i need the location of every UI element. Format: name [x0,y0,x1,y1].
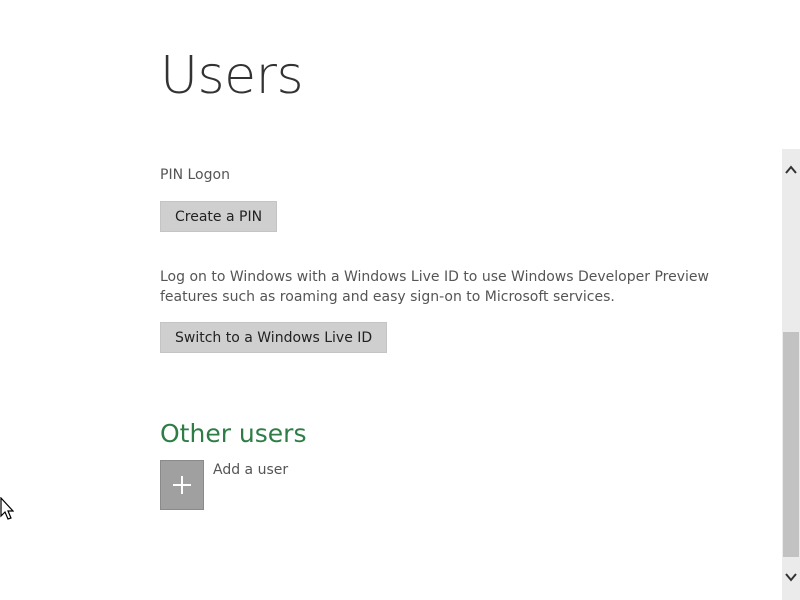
page-title: Users [160,46,304,106]
pin-logon-label: PIN Logon [160,167,230,183]
plus-icon [173,476,191,494]
scroll-thumb[interactable] [783,332,799,557]
create-pin-button[interactable]: Create a PIN [160,201,278,232]
scroll-up-button[interactable] [782,161,800,179]
add-user-tile[interactable] [160,460,204,510]
chevron-up-icon [785,165,797,174]
mouse-cursor-icon [0,496,15,525]
live-id-description: Log on to Windows with a Windows Live ID… [160,269,709,305]
scroll-down-button[interactable] [782,568,800,586]
chevron-down-icon [785,573,797,582]
vertical-scrollbar[interactable] [782,149,800,600]
add-user-label[interactable]: Add a user [213,462,288,478]
other-users-heading: Other users [160,419,307,448]
switch-live-id-button[interactable]: Switch to a Windows Live ID [160,322,388,353]
